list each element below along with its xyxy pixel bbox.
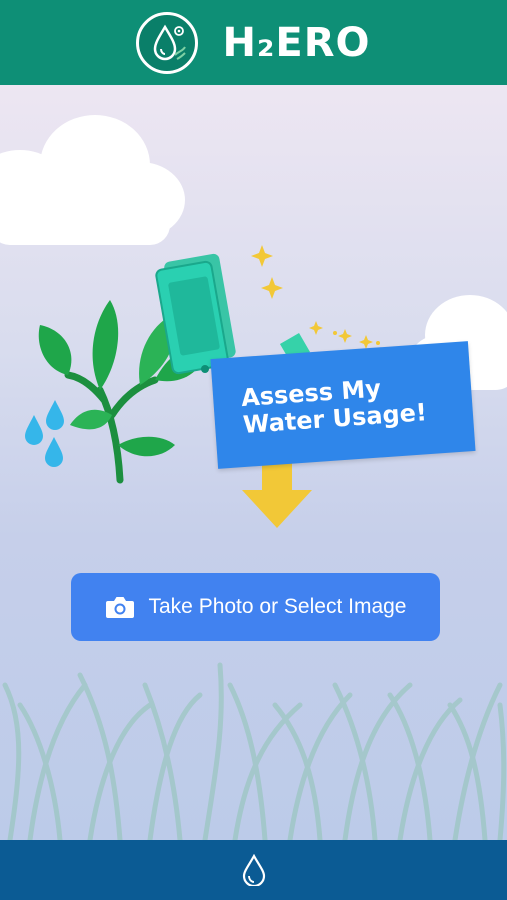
water-drop-icon[interactable] xyxy=(241,854,267,886)
water-drops-icon xyxy=(25,400,64,467)
app-header: H₂ERO xyxy=(0,0,507,85)
grass-decoration xyxy=(2,662,507,840)
take-photo-button-label: Take Photo or Select Image xyxy=(148,595,407,618)
take-photo-button[interactable]: Take Photo or Select Image xyxy=(71,573,440,641)
cloud-left xyxy=(0,115,185,245)
app-title: H₂ERO xyxy=(222,19,371,66)
app-logo xyxy=(136,11,199,74)
camera-icon xyxy=(105,597,134,618)
assess-water-usage-sign: Assess My Water Usage! xyxy=(210,341,476,469)
water-drop-leaf-gear-icon xyxy=(154,24,187,60)
main-content: Assess My Water Usage! Take Photo or Sel… xyxy=(0,85,507,840)
bottom-nav-bar xyxy=(0,840,507,900)
